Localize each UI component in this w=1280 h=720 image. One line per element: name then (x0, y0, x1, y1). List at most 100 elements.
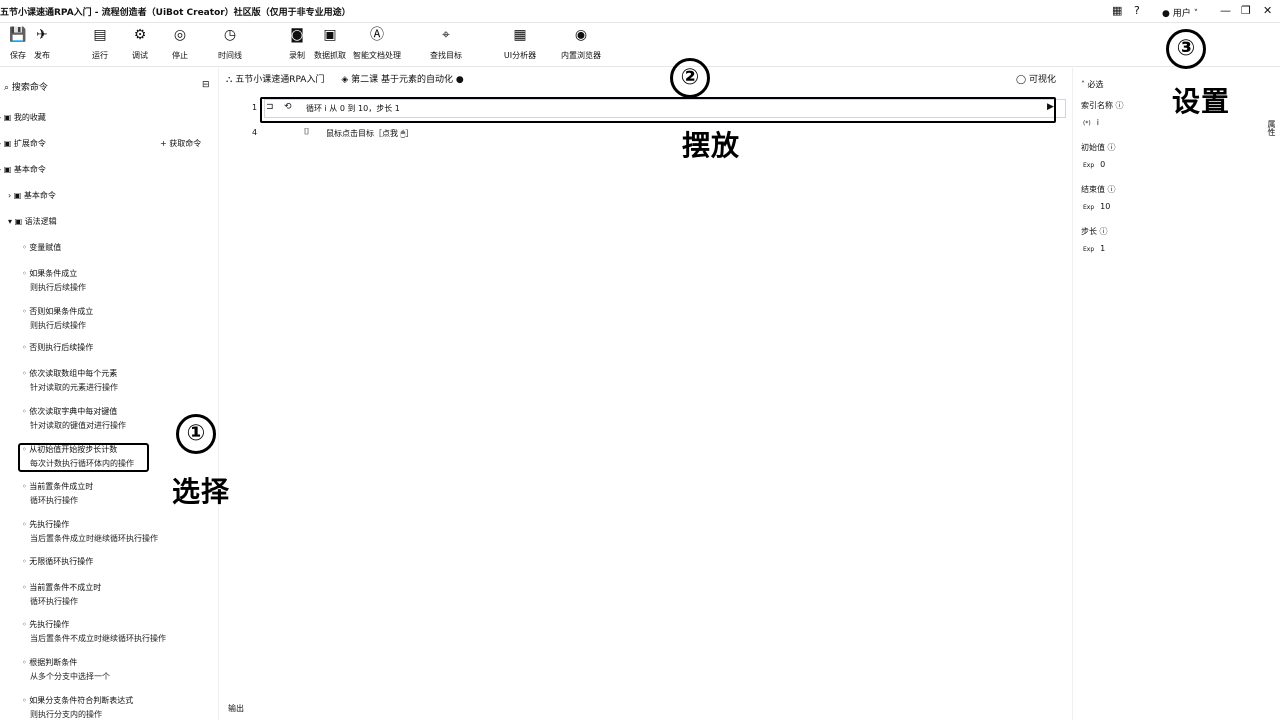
run-row-icon[interactable]: ▶ (1047, 102, 1054, 112)
folder-icon: ▣ (13, 191, 24, 200)
list-item-desc: 当后置条件不成立时继续循环执行操作 (30, 634, 166, 643)
list-item[interactable]: ◦ 先执行操作 当后置条件不成立时继续循环执行操作 (22, 619, 212, 644)
code-row-text[interactable]: 鼠标点击目标［点我 🖱］ (326, 128, 413, 139)
user-menu[interactable]: ● 用户 ˅ (1162, 6, 1198, 19)
list-item[interactable]: ◦ 否则如果条件成立 则执行后续操作 (22, 306, 212, 331)
info-icon: ⓘ (1105, 185, 1116, 194)
list-item[interactable]: ◦ 无限循环执行操作 (22, 556, 212, 567)
list-item-title: ◦ 无限循环执行操作 (22, 556, 212, 567)
list-item[interactable]: ◦ 如果条件成立 则执行后续操作 (22, 268, 212, 293)
tree-node-label: 基本命令 (13, 165, 46, 174)
list-item-desc: 则执行后续操作 (30, 283, 86, 292)
list-item[interactable]: ◦ 变量赋值 (22, 242, 212, 253)
list-item[interactable]: ◦ 根据判断条件 从多个分支中选择一个 (22, 657, 212, 682)
toolbar-button-run[interactable]: ▤ 运行 (78, 26, 122, 61)
tree-node-label: 我的收藏 (13, 113, 46, 122)
loop-icon: ⟲ (284, 102, 292, 112)
folder-icon: ▣ (3, 139, 14, 148)
ai-icon: Ⓐ (370, 27, 384, 43)
run-icon: ▤ (93, 27, 107, 43)
toolbar-label: 时间线 (218, 51, 242, 60)
user-name: 用户 (1172, 9, 1191, 19)
property-value: 10 (1100, 202, 1111, 211)
toolbar-button-browser-selector[interactable]: ◉ 内置浏览器 (548, 26, 614, 61)
list-item[interactable]: ◦ 依次读取数组中每个元素 针对读取的元素进行操作 (22, 368, 212, 393)
property-value: 1 (1100, 244, 1106, 253)
toolbar-label: 智能文档处理 (353, 51, 401, 60)
publish-icon: ✈ (36, 27, 48, 43)
list-item-title: ◦ 变量赋值 (22, 242, 212, 253)
list-item[interactable]: ◦ 先执行操作 当后置条件成立时继续循环执行操作 (22, 519, 212, 544)
property-input[interactable]: (*) i (1083, 118, 1099, 127)
toolbar-button-debug[interactable]: ⚙ 调试 (118, 26, 162, 61)
line-number: 1 (252, 103, 258, 112)
step1-badge: ① (176, 414, 216, 454)
toolbar-button-ui-analyzer[interactable]: ▦ UI分析器 (498, 26, 542, 61)
flow-icon: ⛬ (226, 75, 233, 85)
code-row-text: 循环 i 从 0 到 10，步长 1 (306, 104, 400, 113)
toolbar-button-find-target[interactable]: ⌖ 查找目标 (424, 26, 468, 61)
property-label-text: 初始值 (1081, 143, 1105, 152)
minimize-button[interactable]: — (1220, 4, 1231, 17)
property-input[interactable]: Exp 0 (1083, 160, 1105, 169)
property-input[interactable]: Exp 10 (1083, 202, 1110, 211)
list-item-title-text: 先执行操作 (29, 520, 70, 529)
list-item-title-text: 如果条件成立 (29, 269, 78, 278)
tree-node[interactable]: › ▣ 基本命令 (0, 164, 46, 175)
breadcrumb-block[interactable]: 第二课 基于元素的自动化 (351, 75, 453, 85)
toolbar-button-timer[interactable]: ◷ 时间线 (208, 26, 252, 61)
list-item[interactable]: ◦ 当前置条件不成立时 循环执行操作 (22, 582, 212, 607)
tree-node-label: 扩展命令 (13, 139, 46, 148)
visual-toggle[interactable]: ◯ 可视化 (1016, 72, 1056, 85)
command-panel: ⌕ 搜索命令 ⊟ › ▣ 我的收藏 › ▣ 扩展命令 + 获取命令 › ▣ 基本命令 ›… (0, 68, 219, 720)
step3-badge: ③ (1166, 29, 1206, 69)
tree-node[interactable]: › ▣ 我的收藏 (0, 112, 46, 123)
command-search[interactable]: ⌕ 搜索命令 (4, 80, 48, 93)
toolbar-button-stop[interactable]: ◎ 停止 (158, 26, 202, 61)
info-icon: ⓘ (1113, 101, 1124, 110)
restore-button[interactable]: ❐ (1241, 4, 1251, 17)
property-input[interactable]: Exp 1 (1083, 244, 1105, 253)
property-value: 0 (1100, 160, 1106, 169)
list-item-title: ◦ 否则执行后续操作 (22, 342, 212, 353)
toolbar-label: 停止 (172, 51, 188, 60)
list-item-title-text: 当前置条件成立时 (29, 482, 94, 491)
list-item[interactable]: ◦ 否则执行后续操作 (22, 342, 212, 353)
tree-node[interactable]: ▾ ▣ 语法逻辑 (8, 216, 57, 227)
tree-node[interactable]: › ▣ 扩展命令 (0, 138, 46, 149)
find-target-icon: ⌖ (442, 27, 450, 43)
output-tab[interactable]: 输出 (228, 703, 244, 714)
section-required[interactable]: ˄ 必选 (1081, 79, 1104, 90)
line-number: 4 (252, 128, 258, 137)
debug-icon: ⚙ (133, 27, 147, 43)
toolbar-label: 发布 (34, 51, 50, 60)
list-item-title-text: 根据判断条件 (29, 658, 78, 667)
breadcrumb: ⛬ 五节小课速通RPA入门 ◈ 第二课 基于元素的自动化 ● (226, 72, 464, 85)
toolbar-button-publish[interactable]: ✈ 发布 (20, 26, 64, 61)
toolbar-button-ai[interactable]: Ⓐ 智能文档处理 (344, 26, 410, 61)
grid-icon[interactable]: ▦ (1112, 4, 1122, 17)
side-tab-properties[interactable]: 属性 (1266, 120, 1277, 136)
close-button[interactable]: ✕ (1263, 4, 1272, 17)
list-item-desc: 循环执行操作 (30, 597, 78, 606)
list-item[interactable]: ◦ 如果分支条件符合判断表达式 则执行分支内的操作 (22, 695, 212, 720)
mouse-icon: ⌷ (304, 127, 310, 137)
folder-icon: ▣ (3, 113, 14, 122)
info-icon: ⓘ (1097, 227, 1108, 236)
help-icon[interactable]: ? (1134, 4, 1140, 17)
collapse-panel-icon[interactable]: ⊟ (202, 80, 210, 90)
search-icon: ⌕ (4, 83, 10, 93)
tree-node[interactable]: › ▣ 基本命令 (8, 190, 56, 201)
toolbar-label: UI分析器 (503, 51, 537, 60)
breadcrumb-project[interactable]: 五节小课速通RPA入门 (235, 75, 324, 85)
list-item-title-text: 否则如果条件成立 (29, 307, 94, 316)
property-value: i (1096, 118, 1099, 127)
list-item-title: ◦ 先执行操作 (22, 519, 212, 530)
list-item-desc: 则执行后续操作 (30, 321, 86, 330)
get-commands-link[interactable]: + 获取命令 (160, 138, 201, 149)
expression-icon: Exp (1083, 246, 1095, 253)
expression-icon: Exp (1083, 162, 1095, 169)
search-input[interactable]: 搜索命令 (12, 83, 48, 93)
list-item-title-text: 无限循环执行操作 (29, 557, 94, 566)
collapse-icon[interactable]: ⊐ (266, 102, 274, 112)
